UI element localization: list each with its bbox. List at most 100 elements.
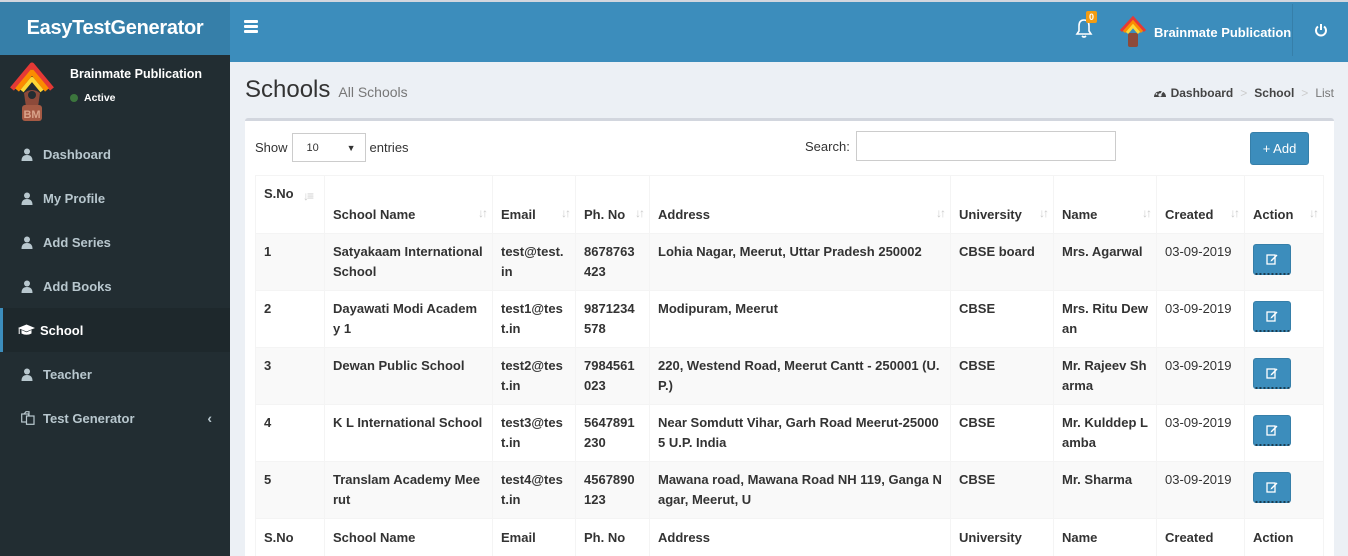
- footer-action: Action: [1244, 518, 1324, 556]
- user-icon: [21, 368, 43, 381]
- edit-icon: [1266, 254, 1278, 265]
- caret-down-icon: ▼: [346, 142, 356, 153]
- cell-name: Mr. Kulddep Lamba: [1053, 404, 1157, 462]
- user-icon: [21, 192, 43, 205]
- entries-select-value: 10: [306, 141, 319, 154]
- chevron-left-icon: ‹: [207, 410, 212, 426]
- power-icon: [1314, 24, 1327, 37]
- footer-name: Name: [1053, 518, 1157, 556]
- cell-name: Mrs. Ritu Dewan: [1053, 290, 1157, 348]
- cell-action: [1244, 461, 1324, 519]
- search-input[interactable]: [855, 131, 1116, 161]
- table-row: 2 Dayawati Modi Academy 1 test1@test.in …: [255, 290, 1324, 348]
- sort-icon: ↓↑: [1142, 206, 1152, 220]
- column-header-created[interactable]: Created ↓↑: [1156, 175, 1245, 234]
- edit-button[interactable]: [1253, 358, 1291, 389]
- column-header-action[interactable]: Action ↓↑: [1244, 175, 1324, 234]
- sort-icon: ↓↑: [1039, 206, 1049, 220]
- logout-button[interactable]: [1292, 4, 1348, 56]
- table-row: 5 Translam Academy Meerut test4@test.in …: [255, 461, 1324, 519]
- add-school-button[interactable]: + Add: [1250, 132, 1309, 165]
- schools-table: S.No ↓≡ School Name ↓↑ Email ↓↑ Ph. No ↓↑ Ad…: [255, 175, 1324, 556]
- footer-sno: S.No: [255, 518, 325, 556]
- notification-badge: 0: [1086, 11, 1098, 23]
- sidebar-toggle-icon[interactable]: [244, 20, 258, 34]
- footer-created: Created: [1156, 518, 1245, 556]
- cell-sno: 1: [255, 233, 325, 291]
- column-header-sno[interactable]: S.No ↓≡: [255, 175, 325, 234]
- cell-phone: 5647891230: [575, 404, 650, 462]
- column-header-phone[interactable]: Ph. No ↓↑: [575, 175, 650, 234]
- cell-created: 03-09-2019: [1156, 290, 1245, 348]
- cell-email: test4@test.in: [492, 461, 576, 519]
- cell-email: test3@test.in: [492, 404, 576, 462]
- cell-sno: 3: [255, 347, 325, 405]
- cell-school-name: K L International School: [324, 404, 493, 462]
- cell-address: Modipuram, Meerut: [649, 290, 951, 348]
- user-icon: [21, 280, 43, 293]
- sort-icon: ↓↑: [936, 206, 946, 220]
- graduation-cap-icon: [18, 324, 40, 336]
- table-row: 4 K L International School test3@test.in…: [255, 404, 1324, 462]
- column-header-school-name[interactable]: School Name ↓↑: [324, 175, 493, 234]
- app-logo[interactable]: EasyTestGenerator: [0, 0, 230, 55]
- brand-logo-icon: [1119, 15, 1147, 47]
- breadcrumb: Dashboard > School > List: [1153, 86, 1334, 100]
- cell-email: test1@test.in: [492, 290, 576, 348]
- sidebar: BM Brainmate Publication Active Dashboar…: [0, 55, 230, 556]
- breadcrumb-dashboard[interactable]: Dashboard: [1171, 86, 1234, 100]
- cell-address: Mawana road, Mawana Road NH 119, Ganga N…: [649, 461, 951, 519]
- cell-school-name: Translam Academy Meerut: [324, 461, 493, 519]
- edit-button[interactable]: [1253, 301, 1291, 332]
- cell-sno: 4: [255, 404, 325, 462]
- column-header-university[interactable]: University ↓↑: [950, 175, 1054, 234]
- cell-email: test@test.in: [492, 233, 576, 291]
- table-row: 1 Satyakaam International School test@te…: [255, 233, 1324, 291]
- column-header-address[interactable]: Address ↓↑: [649, 175, 951, 234]
- column-header-name[interactable]: Name ↓↑: [1053, 175, 1157, 234]
- page-title: Schools: [245, 76, 331, 103]
- footer-email: Email: [492, 518, 576, 556]
- edit-button[interactable]: [1253, 472, 1291, 503]
- entries-label: entries: [369, 140, 409, 155]
- cell-created: 03-09-2019: [1156, 347, 1245, 405]
- user-status-label: Active: [84, 92, 116, 104]
- cell-university: CBSE: [950, 404, 1054, 462]
- sidebar-item-add-books[interactable]: Add Books: [0, 264, 230, 308]
- edit-button[interactable]: [1253, 415, 1291, 446]
- sidebar-item-school[interactable]: School: [0, 308, 230, 352]
- user-menu[interactable]: Brainmate Publication: [1118, 14, 1291, 50]
- user-icon: [21, 236, 43, 249]
- footer-address: Address: [649, 518, 951, 556]
- cell-address: 220, Westend Road, Meerut Cantt - 250001…: [649, 347, 951, 405]
- avatar: BM: [10, 62, 54, 121]
- breadcrumb-separator: >: [1301, 86, 1309, 100]
- column-header-email[interactable]: Email ↓↑: [492, 175, 576, 234]
- cell-name: Mr. Rajeev Sharma: [1053, 347, 1157, 405]
- edit-button[interactable]: [1253, 244, 1291, 275]
- breadcrumb-current: List: [1315, 86, 1334, 100]
- sort-icon: ↓↑: [478, 206, 488, 220]
- cell-school-name: Dayawati Modi Academy 1: [324, 290, 493, 348]
- cell-phone: 4567890123: [575, 461, 650, 519]
- table-header-row: S.No ↓≡ School Name ↓↑ Email ↓↑ Ph. No ↓↑ Ad…: [255, 175, 1324, 234]
- user-icon: [21, 148, 43, 161]
- sidebar-item-dashboard[interactable]: Dashboard: [0, 132, 230, 176]
- sidebar-item-add-series[interactable]: Add Series: [0, 220, 230, 264]
- status-dot-icon: [70, 94, 78, 102]
- entries-select[interactable]: 10 ▼: [291, 133, 366, 162]
- cell-phone: 8678763423: [575, 233, 650, 291]
- schools-box: Show 10 ▼ entries Search: + Add S.No ↓≡ S…: [245, 118, 1334, 556]
- sidebar-item-teacher[interactable]: Teacher: [0, 352, 230, 396]
- sidebar-item-label: My Profile: [43, 190, 106, 206]
- page-header: Schools All Schools: [245, 76, 408, 104]
- cell-phone: 7984561023: [575, 347, 650, 405]
- breadcrumb-school[interactable]: School: [1254, 86, 1294, 100]
- cell-name: Mr. Sharma: [1053, 461, 1157, 519]
- page-scrollbar[interactable]: [1334, 118, 1348, 556]
- sidebar-item-my-profile[interactable]: My Profile: [0, 176, 230, 220]
- edit-icon: [1266, 311, 1278, 322]
- cell-action: [1244, 347, 1324, 405]
- entries-length-control: Show 10 ▼ entries: [255, 133, 409, 162]
- sidebar-item-test-generator[interactable]: Test Generator ‹: [0, 396, 230, 440]
